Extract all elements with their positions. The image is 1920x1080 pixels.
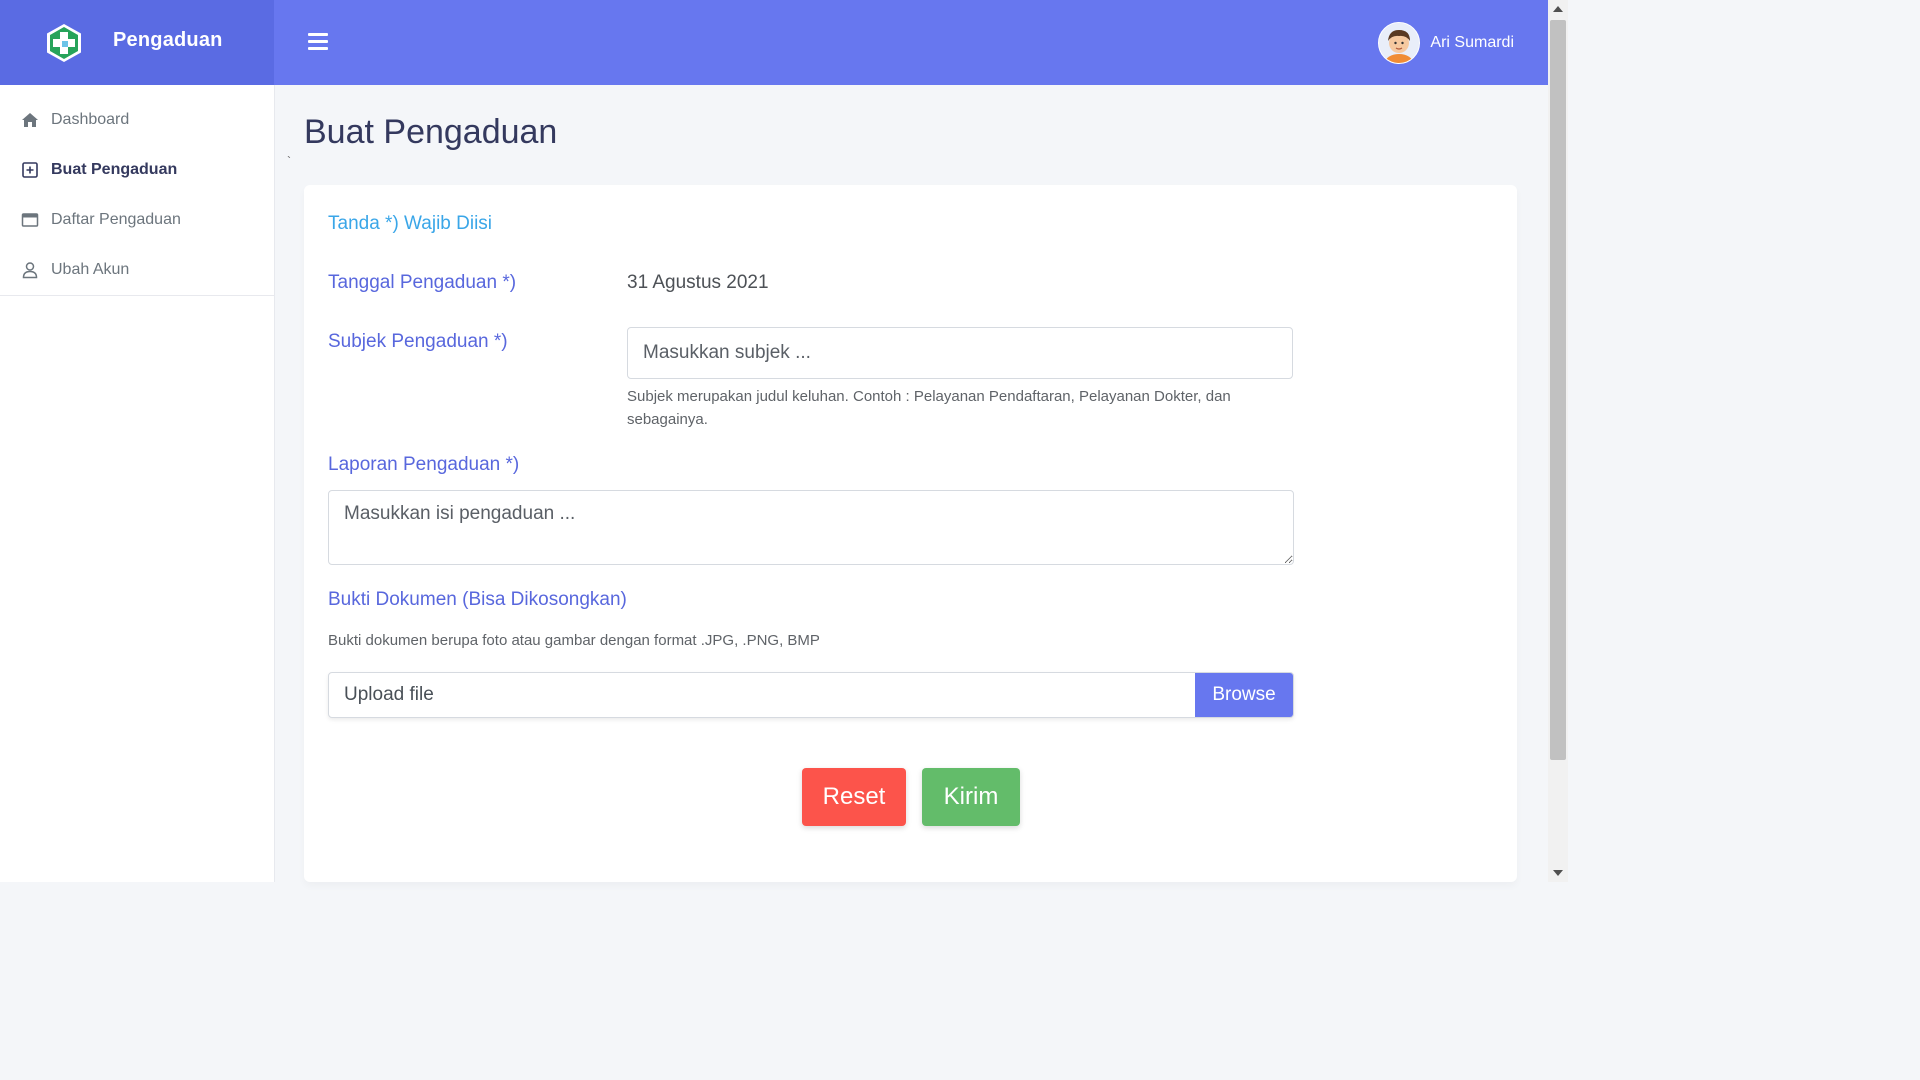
sidebar: Dashboard Buat Pengaduan Daftar Pengadua… bbox=[0, 85, 274, 882]
brand-block[interactable]: Pengaduan bbox=[0, 0, 274, 85]
sidebar-item-daftar-pengaduan[interactable]: Daftar Pengaduan bbox=[0, 195, 274, 245]
date-value: 31 Agustus 2021 bbox=[627, 272, 769, 293]
subject-label: Subjek Pengaduan *) bbox=[328, 331, 508, 352]
sidebar-item-label: Buat Pengaduan bbox=[51, 161, 178, 178]
date-label: Tanggal Pengaduan *) bbox=[328, 272, 517, 293]
hamburger-icon[interactable] bbox=[308, 33, 328, 51]
file-upload-label[interactable]: Upload file bbox=[329, 673, 1195, 717]
browse-button[interactable]: Browse bbox=[1195, 673, 1293, 717]
top-navbar: Ari Sumardi bbox=[274, 0, 1548, 85]
complaint-form-card: Tanda *) Wajib Diisi Tanggal Pengaduan *… bbox=[304, 185, 1517, 882]
user-name[interactable]: Ari Sumardi bbox=[1430, 34, 1514, 52]
page-title: Buat Pengaduan bbox=[304, 113, 558, 151]
evidence-label: Bukti Dokumen (Bisa Dikosongkan) bbox=[328, 589, 627, 610]
stray-mark: ` bbox=[287, 154, 291, 168]
reset-button[interactable]: Reset bbox=[802, 768, 906, 826]
submit-button[interactable]: Kirim bbox=[922, 768, 1020, 826]
user-icon bbox=[21, 261, 39, 279]
report-textarea[interactable] bbox=[328, 490, 1294, 565]
user-menu[interactable]: Ari Sumardi bbox=[1378, 22, 1514, 64]
subject-help-line1: Subjek merupakan judul keluhan. Contoh :… bbox=[627, 388, 1231, 405]
sidebar-item-label: Daftar Pengaduan bbox=[51, 211, 181, 228]
sidebar-item-ubah-akun[interactable]: Ubah Akun bbox=[0, 245, 274, 295]
medical-cross-logo-icon bbox=[47, 24, 81, 62]
scroll-up-arrow-icon[interactable] bbox=[1553, 6, 1563, 12]
scrollbar-thumb[interactable] bbox=[1550, 20, 1566, 760]
subject-help-line2: sebagainya. bbox=[627, 411, 708, 428]
file-upload-field[interactable]: Upload file Browse bbox=[328, 672, 1294, 718]
sidebar-item-buat-pengaduan[interactable]: Buat Pengaduan bbox=[0, 145, 274, 195]
subject-input[interactable] bbox=[627, 327, 1293, 379]
report-label: Laporan Pengaduan *) bbox=[328, 454, 520, 475]
sidebar-item-label: Ubah Akun bbox=[51, 261, 130, 278]
avatar-face-icon bbox=[1379, 23, 1420, 63]
required-note: Tanda *) Wajib Diisi bbox=[328, 213, 493, 234]
brand-name: Pengaduan bbox=[113, 29, 223, 51]
sidebar-item-dashboard[interactable]: Dashboard bbox=[0, 95, 274, 145]
evidence-help: Bukti dokumen berupa foto atau gambar de… bbox=[328, 632, 820, 649]
sidebar-item-label: Dashboard bbox=[51, 111, 130, 128]
page-scrollbar[interactable] bbox=[1548, 0, 1568, 882]
scroll-down-arrow-icon[interactable] bbox=[1553, 870, 1563, 876]
plus-square-icon bbox=[21, 161, 39, 179]
sidebar-menu: Dashboard Buat Pengaduan Daftar Pengadua… bbox=[0, 85, 274, 296]
home-icon bbox=[21, 111, 39, 129]
avatar[interactable] bbox=[1378, 22, 1421, 64]
window-icon bbox=[21, 211, 39, 229]
